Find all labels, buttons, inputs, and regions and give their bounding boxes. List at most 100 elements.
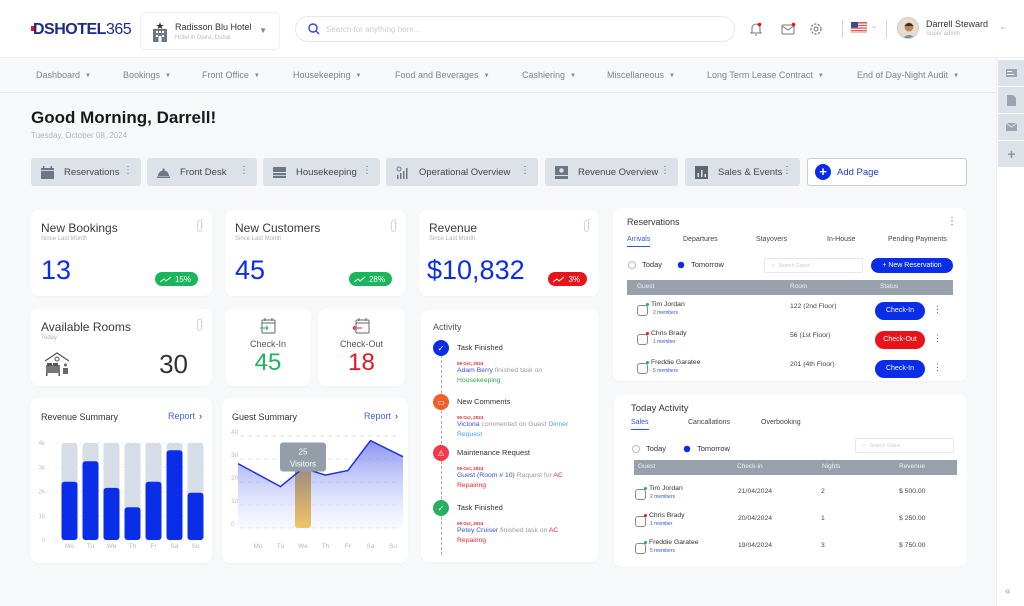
- nav-end-of-day[interactable]: End of Day-Night Audit ▼: [857, 70, 959, 80]
- tab-in-house[interactable]: In-House: [827, 236, 855, 243]
- rail-id-card-button[interactable]: [998, 60, 1024, 86]
- activity-link[interactable]: Victoria: [457, 421, 480, 428]
- today-activity-card: Today Activity Sales Cancallations Overb…: [614, 395, 967, 567]
- revenue-summary-card: Revenue Summary Report › 0 1k 2k 3k 4k Mo Tu We T…: [31, 398, 212, 563]
- y-tick-label: 30: [231, 452, 239, 459]
- tab-departures[interactable]: Departures: [683, 236, 718, 243]
- new-reservation-button[interactable]: + New Reservation: [871, 258, 953, 273]
- today-activity-table-header: Guest Check-in Nights Revenue: [634, 460, 957, 475]
- global-search[interactable]: [295, 16, 735, 42]
- rail-add-button[interactable]: +: [998, 141, 1024, 167]
- row-checkbox[interactable]: [635, 543, 646, 554]
- calendar-check-out-icon: [352, 318, 369, 334]
- tab-label: Operational Overview: [419, 166, 511, 178]
- nav-front-office[interactable]: Front Office ▼: [202, 70, 260, 80]
- bar-sa[interactable]: [166, 450, 183, 540]
- tab-housekeeping[interactable]: Housekeeping ⋮: [263, 158, 380, 186]
- tab-overbooking[interactable]: Overbooking: [761, 419, 801, 426]
- bar-mo[interactable]: [61, 481, 78, 540]
- app-logo[interactable]: DSHOTEL365: [31, 21, 132, 39]
- nav-cashiering[interactable]: Cashiering ▼: [522, 70, 576, 80]
- gear-icon[interactable]: [808, 21, 824, 37]
- row-checkbox[interactable]: [637, 363, 648, 374]
- today-activity-search[interactable]: ○: [855, 438, 954, 453]
- activity-link[interactable]: Guest (Room # 10): [457, 472, 515, 479]
- check-in-card[interactable]: Check-In 45: [225, 309, 311, 386]
- search-input[interactable]: [326, 22, 716, 37]
- bar-fr[interactable]: [145, 481, 162, 540]
- tab-front-desk[interactable]: Front Desk ⋮: [147, 158, 257, 186]
- reservations-search[interactable]: ○: [764, 258, 863, 273]
- row-menu-icon[interactable]: ⋮: [933, 304, 942, 315]
- tab-kebab-icon[interactable]: ⋮: [660, 165, 670, 176]
- tab-kebab-icon[interactable]: ⋮: [520, 165, 530, 176]
- nav-dashboard[interactable]: Dashboard ▼: [36, 70, 91, 80]
- language-caret-icon[interactable]: ⌄: [871, 22, 877, 30]
- user-menu-caret-icon[interactable]: ⌄: [999, 22, 1006, 31]
- tab-arrivals[interactable]: Arrivals: [627, 236, 651, 247]
- status-button[interactable]: Check-Out: [875, 331, 925, 349]
- activity-link[interactable]: Adam Berry: [457, 367, 493, 374]
- hotel-selector[interactable]: Radisson Blu Hotel Hotel in Deira, Dubai…: [140, 12, 280, 50]
- mail-icon[interactable]: [780, 21, 796, 37]
- row-checkbox[interactable]: [637, 305, 648, 316]
- tab-kebab-icon[interactable]: ⋮: [362, 165, 372, 176]
- top-header: DSHOTEL365 Radisson Blu Hotel Hotel in D…: [0, 0, 1024, 58]
- card-title: Revenue: [429, 221, 478, 235]
- radio-today[interactable]: Today: [632, 444, 666, 453]
- activity-description: Guest (Room # 10) Request for AC Repairi…: [457, 471, 587, 491]
- card-menu-icon[interactable]: [197, 218, 207, 232]
- bar-we[interactable]: [103, 487, 120, 540]
- row-menu-icon[interactable]: ⋮: [933, 362, 942, 373]
- bar-tu[interactable]: [82, 461, 99, 540]
- tab-pending-payments[interactable]: Pending Payments: [888, 236, 947, 243]
- tab-operational-overview[interactable]: Operational Overview ⋮: [386, 158, 538, 186]
- tab-reservations[interactable]: Reservations ⋮: [31, 158, 141, 186]
- logo-hotel: HOTEL: [54, 21, 106, 38]
- row-menu-icon[interactable]: ⋮: [933, 333, 942, 344]
- nav-food-beverages[interactable]: Food and Beverages ▼: [395, 70, 490, 80]
- bell-icon[interactable]: [748, 21, 764, 37]
- status-button[interactable]: Check-In: [875, 302, 925, 320]
- row-checkbox[interactable]: [635, 516, 646, 527]
- rail-document-button[interactable]: [998, 87, 1024, 113]
- bar-su[interactable]: [187, 492, 204, 540]
- activity-link[interactable]: Petey Cruiser: [457, 527, 498, 534]
- tab-sales[interactable]: Sales: [631, 419, 649, 430]
- bed-icon: [273, 166, 286, 178]
- tab-stayovers[interactable]: Stayovers: [756, 236, 787, 243]
- check-circle-icon: ✓: [433, 500, 449, 516]
- nav-miscellaneous[interactable]: Miscellaneous ▼: [607, 70, 675, 80]
- card-menu-icon[interactable]: [391, 218, 401, 232]
- nav-bookings[interactable]: Bookings ▼: [123, 70, 171, 80]
- search-guest-input[interactable]: [778, 262, 849, 269]
- radio-today[interactable]: Today: [628, 260, 662, 269]
- add-page-button[interactable]: + Add Page: [807, 158, 967, 186]
- tab-kebab-icon[interactable]: ⋮: [782, 165, 792, 176]
- tab-cancellations[interactable]: Cancallations: [688, 419, 730, 426]
- nav-long-term-lease[interactable]: Long Term Lease Contract ▼: [707, 70, 824, 80]
- tab-kebab-icon[interactable]: ⋮: [239, 165, 249, 176]
- check-out-card[interactable]: Check-Out 18: [318, 309, 405, 386]
- radio-tomorrow[interactable]: Tomorrow: [677, 260, 724, 269]
- us-flag-icon[interactable]: [851, 22, 867, 33]
- card-menu-icon[interactable]: [197, 317, 207, 331]
- radio-tomorrow[interactable]: Tomorrow: [683, 444, 730, 453]
- rail-envelope-button[interactable]: [998, 114, 1024, 140]
- tab-sales-events[interactable]: Sales & Events ⋮: [685, 158, 800, 186]
- tab-label: Front Desk: [180, 166, 227, 178]
- tab-kebab-icon[interactable]: ⋮: [123, 165, 133, 176]
- activity-text[interactable]: Housekeeping: [457, 377, 500, 384]
- search-guest-input[interactable]: [869, 442, 940, 449]
- collapse-rail-icon[interactable]: «: [1005, 586, 1011, 597]
- user-avatar[interactable]: [897, 17, 919, 39]
- row-checkbox[interactable]: [635, 489, 646, 500]
- reservations-menu-icon[interactable]: ⋮: [947, 216, 957, 227]
- bar-th[interactable]: [124, 507, 141, 540]
- status-button[interactable]: Check-In: [875, 360, 925, 378]
- bedroom-icon: [44, 352, 70, 376]
- row-checkbox[interactable]: [637, 334, 648, 345]
- nav-housekeeping[interactable]: Housekeeping ▼: [293, 70, 362, 80]
- tab-revenue-overview[interactable]: Revenue Overview ⋮: [545, 158, 678, 186]
- card-menu-icon[interactable]: [584, 218, 594, 232]
